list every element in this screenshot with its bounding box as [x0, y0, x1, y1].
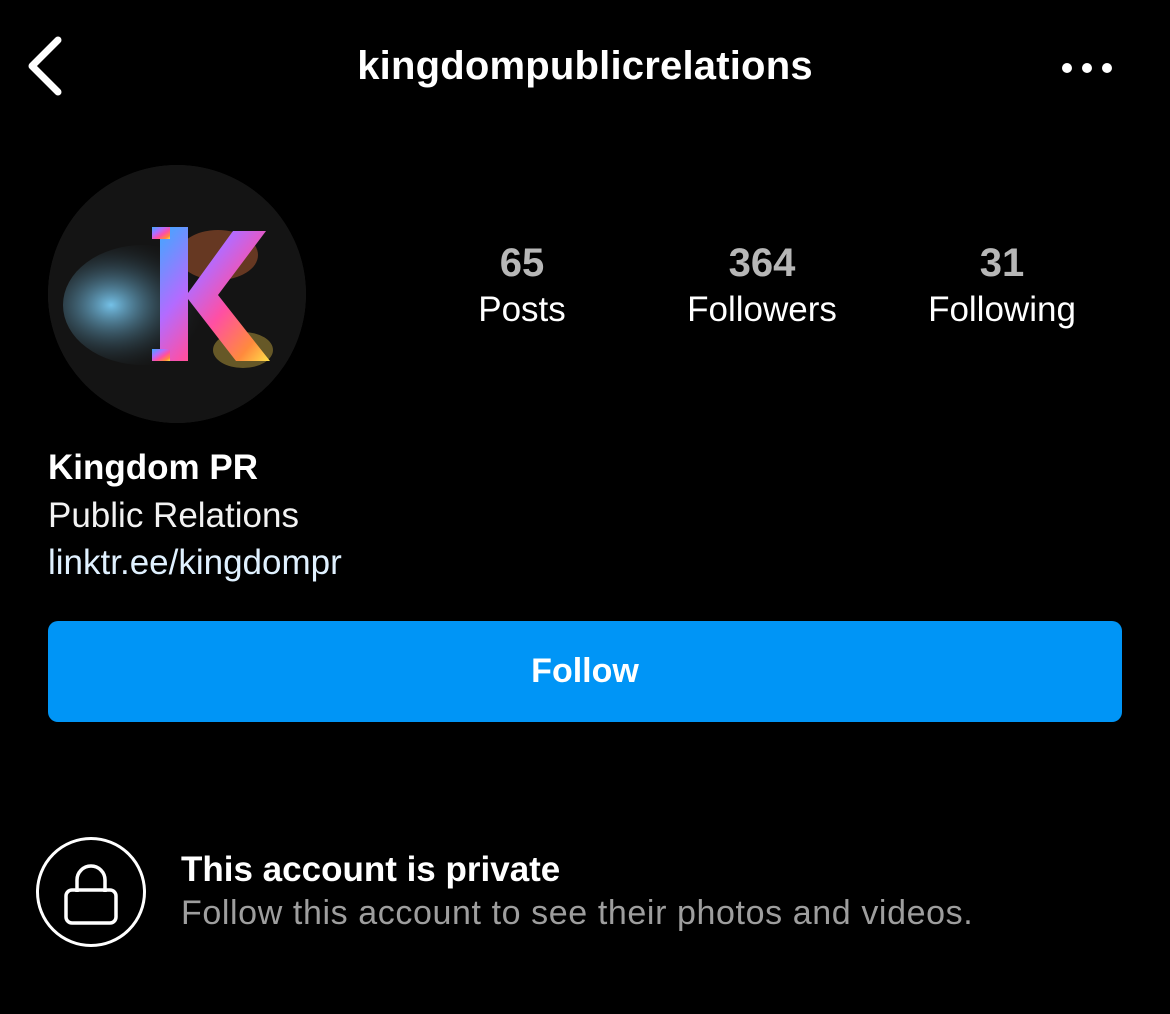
profile-website-link[interactable]: linktr.ee/kingdompr [48, 541, 342, 585]
stat-followers-label: Followers [687, 290, 837, 329]
stat-following-count: 31 [979, 241, 1025, 285]
profile-username-title: kingdompublicrelations [357, 44, 813, 88]
more-options-button[interactable] [1056, 52, 1118, 84]
stat-posts[interactable]: 65 Posts [412, 238, 632, 332]
lock-icon [64, 864, 118, 925]
profile-avatar[interactable] [48, 165, 306, 423]
stat-followers[interactable]: 364 Followers [652, 238, 872, 332]
private-lock-badge [36, 837, 146, 947]
kingdom-pr-logo [48, 165, 306, 423]
stat-posts-count: 65 [499, 241, 545, 285]
more-horizontal-icon [1062, 63, 1112, 73]
stat-following-label: Following [928, 290, 1076, 329]
profile-display-name: Kingdom PR [48, 448, 258, 487]
private-account-subtitle: Follow this account to see their photos … [181, 894, 974, 932]
stat-posts-label: Posts [478, 290, 566, 329]
stat-followers-count: 364 [728, 241, 796, 285]
top-navigation-bar: kingdompublicrelations [0, 0, 1170, 135]
stat-following[interactable]: 31 Following [892, 238, 1112, 332]
follow-button[interactable]: Follow [48, 621, 1122, 722]
profile-category: Public Relations [48, 496, 299, 535]
private-account-title: This account is private [181, 850, 561, 889]
